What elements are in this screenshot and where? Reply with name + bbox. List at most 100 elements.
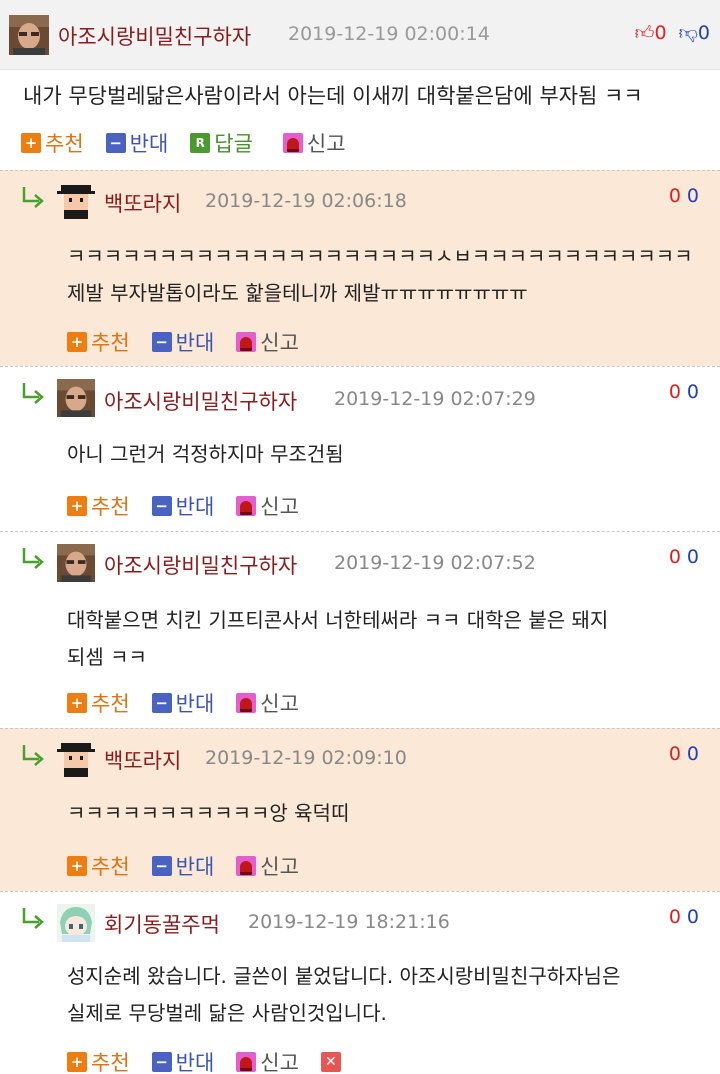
- post-like[interactable]: 👍︎0: [635, 22, 673, 44]
- post-header: 아조시랑비밀친구하자 2019-12-19 02:00:14 👍︎0 👎︎0: [0, 0, 720, 70]
- report-button[interactable]: 신고: [236, 327, 299, 357]
- oppose-label: 반대: [175, 692, 215, 716]
- post-text: 내가 무당벌레닮은사람이라서 아는데 이새끼 대학붙은담에 부자됨 ㅋㅋ: [23, 84, 643, 108]
- post-dislike[interactable]: 👎︎0: [679, 22, 710, 44]
- recommend-button[interactable]: + 추천: [67, 491, 130, 521]
- minus-icon: −: [105, 133, 126, 153]
- reply-arrow-icon: [22, 187, 44, 208]
- plus-icon: +: [21, 133, 41, 153]
- reply-icon: R: [190, 133, 211, 153]
- reply-text-line: 제발 부자발톱이라도 핥을테니까 제발ㅠㅠㅠㅠㅠㅠㅠㅠ: [67, 281, 528, 305]
- post-actions: + 추천 − 반대 R 답글 신고: [21, 128, 368, 158]
- recommend-label: 추천: [91, 331, 130, 355]
- reply-text-line: 실제로 무당벌레 닮은 사람인것입니다.: [67, 1001, 387, 1025]
- reply-down-count[interactable]: 0: [687, 906, 699, 928]
- siren-icon: [236, 856, 257, 876]
- recommend-label: 추천: [91, 495, 130, 519]
- anime-avatar[interactable]: [57, 904, 95, 942]
- recommend-label: 추천: [91, 692, 130, 716]
- dislike-count: 0: [697, 22, 710, 44]
- reply-datetime: 2019-12-19 18:21:16: [248, 911, 450, 933]
- reply-down-count[interactable]: 0: [687, 381, 699, 403]
- minus-icon: −: [151, 332, 172, 352]
- plus-icon: +: [67, 332, 87, 352]
- like-count: 0: [654, 22, 667, 44]
- reply-label: 답글: [214, 132, 253, 156]
- reply-author[interactable]: 백또라지: [104, 188, 181, 218]
- reply-text-line: ㅋㅋㅋㅋㅋㅋㅋㅋㅋㅋㅋ앙 육덕띠: [67, 801, 350, 825]
- report-label: 신고: [260, 495, 299, 519]
- oppose-button[interactable]: − 반대: [151, 327, 215, 357]
- oppose-button[interactable]: − 반대: [151, 1047, 215, 1074]
- reply-item: 아조시랑비밀친구하자 2019-12-19 02:07:52 00 대학붙으면 …: [0, 531, 720, 728]
- reply-text: ㅋㅋㅋㅋㅋㅋㅋㅋㅋㅋㅋ앙 육덕띠: [67, 795, 349, 832]
- siren-icon: [236, 332, 257, 352]
- pixel-avatar[interactable]: [57, 739, 95, 777]
- reply-text-line: 성지순례 왔습니다. 글쓴이 붙었답니다. 아조시랑비밀친구하자님은: [67, 964, 621, 988]
- reply-text: 성지순례 왔습니다. 글쓴이 붙었답니다. 아조시랑비밀친구하자님은 실제로 무…: [67, 958, 620, 1032]
- reply-arrow-icon: [22, 383, 44, 404]
- oppose-button[interactable]: − 반대: [151, 491, 214, 521]
- reply-up-count[interactable]: 0: [669, 185, 681, 207]
- oppose-label: 반대: [175, 1051, 215, 1074]
- author-avatar[interactable]: [57, 379, 95, 417]
- pixel-avatar[interactable]: [57, 181, 95, 219]
- reply-author[interactable]: 아조시랑비밀친구하자: [104, 550, 297, 580]
- close-icon: ✕: [320, 1052, 341, 1072]
- recommend-button[interactable]: + 추천: [67, 1047, 130, 1074]
- reply-arrow-icon: [22, 908, 44, 929]
- report-button[interactable]: 신고: [236, 688, 299, 718]
- reply-author[interactable]: 아조시랑비밀친구하자: [104, 386, 297, 416]
- reply-text-line: 대학붙으면 치킨 기프티콘사서 너한테써라 ㅋㅋ 대학은 붙은 돼지: [67, 608, 609, 632]
- oppose-button[interactable]: − 반대: [151, 851, 215, 881]
- reply-down-count[interactable]: 0: [687, 546, 699, 568]
- reply-button[interactable]: R 답글: [190, 128, 253, 158]
- reply-text: ㅋㅋㅋㅋㅋㅋㅋㅋㅋㅋㅋㅋㅋㅋㅋㅋㅋㅋㅋㅋㅅㅂㅋㅋㅋㅋㅋㅋㅋㅋㅋㅋㅋㅋ 제발 부자…: [67, 238, 693, 312]
- reply-up-count[interactable]: 0: [669, 743, 681, 765]
- report-button[interactable]: 신고: [282, 128, 346, 158]
- report-label: 신고: [306, 132, 346, 156]
- siren-icon: [236, 496, 257, 516]
- reply-datetime: 2019-12-19 02:07:52: [334, 552, 536, 574]
- reply-item: 백또라지 2019-12-19 02:06:18 00 ㅋㅋㅋㅋㅋㅋㅋㅋㅋㅋㅋㅋ…: [0, 170, 720, 366]
- reply-text-line: 아니 그런거 걱정하지마 무조건됨: [67, 442, 344, 466]
- plus-icon: +: [67, 496, 87, 516]
- plus-icon: +: [67, 1052, 87, 1072]
- reply-datetime: 2019-12-19 02:09:10: [205, 747, 407, 769]
- author-avatar[interactable]: [57, 544, 95, 582]
- recommend-button[interactable]: + 추천: [67, 688, 130, 718]
- reply-down-count[interactable]: 0: [687, 743, 699, 765]
- plus-icon: +: [67, 693, 87, 713]
- reply-author[interactable]: 백또라지: [104, 745, 181, 775]
- reply-up-count[interactable]: 0: [669, 381, 681, 403]
- report-button[interactable]: 신고: [236, 1047, 299, 1074]
- oppose-button[interactable]: − 반대: [105, 128, 169, 158]
- reply-up-count[interactable]: 0: [669, 906, 681, 928]
- post-datetime: 2019-12-19 02:00:14: [288, 23, 490, 45]
- reply-actions: + 추천 − 반대 신고: [67, 491, 321, 521]
- recommend-button[interactable]: + 추천: [67, 327, 130, 357]
- author-avatar[interactable]: [9, 15, 49, 55]
- reply-up-count[interactable]: 0: [669, 546, 681, 568]
- reply-down-count[interactable]: 0: [687, 185, 699, 207]
- recommend-button[interactable]: + 추천: [21, 128, 84, 158]
- reply-arrow-icon: [22, 745, 44, 766]
- oppose-label: 반대: [175, 855, 215, 879]
- minus-icon: −: [151, 496, 172, 516]
- oppose-label: 반대: [175, 331, 215, 355]
- recommend-button[interactable]: + 추천: [67, 851, 130, 881]
- minus-icon: −: [151, 693, 172, 713]
- report-button[interactable]: 신고: [236, 851, 299, 881]
- reply-item: 백또라지 2019-12-19 02:09:10 00 ㅋㅋㅋㅋㅋㅋㅋㅋㅋㅋㅋ앙…: [0, 728, 720, 891]
- oppose-button[interactable]: − 반대: [151, 688, 215, 718]
- reply-author[interactable]: 회기동꿀주먹: [104, 909, 220, 939]
- report-button[interactable]: 신고: [236, 491, 299, 521]
- post-vote-counts: 👍︎0 👎︎0: [635, 22, 710, 45]
- post-author[interactable]: 아조시랑비밀친구하자: [58, 21, 251, 51]
- thumbs-down-icon: 👎︎: [678, 22, 698, 44]
- reply-actions: + 추천 − 반대 신고 ✕: [67, 1047, 367, 1074]
- oppose-label: 반대: [129, 132, 169, 156]
- reply-text-line: ㅋㅋㅋㅋㅋㅋㅋㅋㅋㅋㅋㅋㅋㅋㅋㅋㅋㅋㅋㅋㅅㅂㅋㅋㅋㅋㅋㅋㅋㅋㅋㅋㅋㅋ: [67, 244, 693, 268]
- delete-button[interactable]: ✕: [320, 1052, 345, 1072]
- reply-datetime: 2019-12-19 02:07:29: [334, 388, 536, 410]
